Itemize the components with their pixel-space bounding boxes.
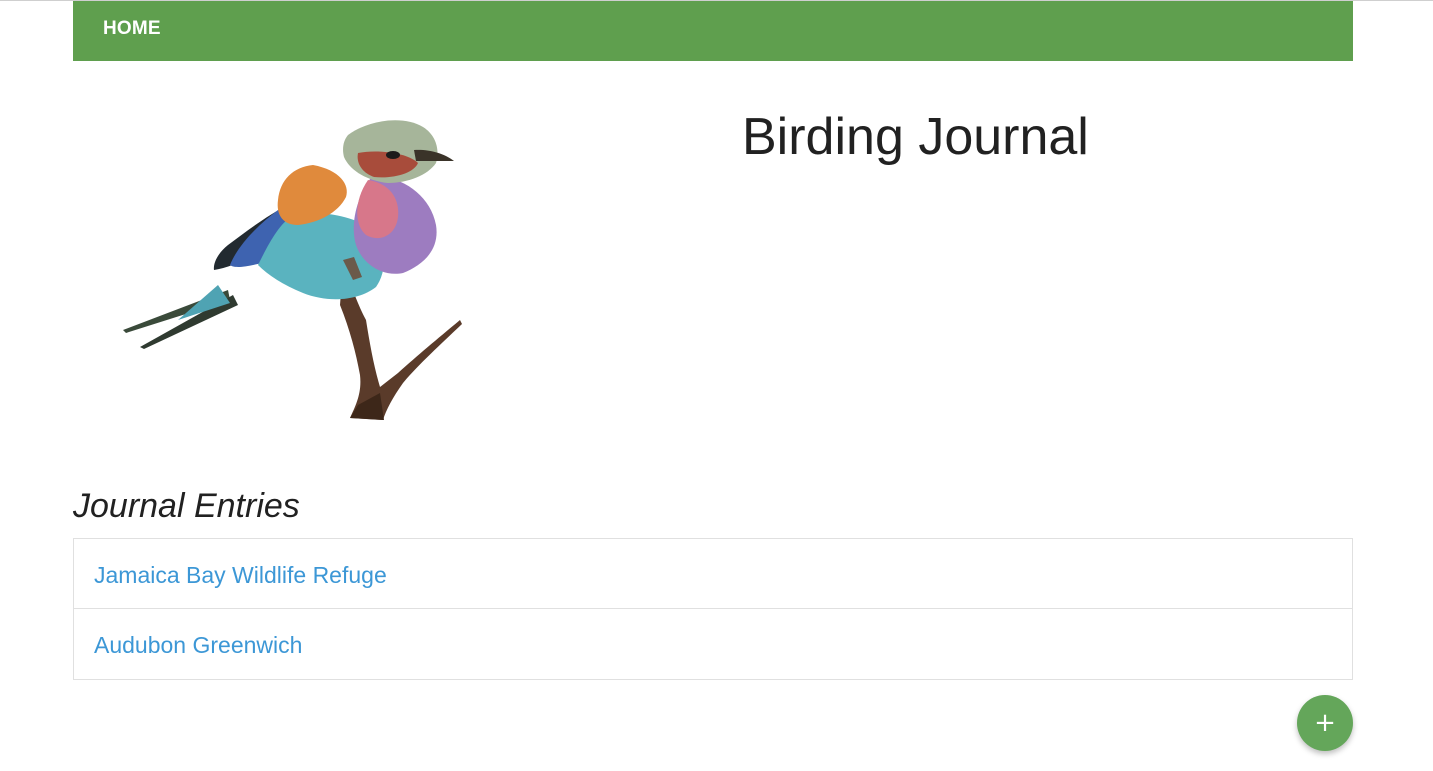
bird-illustration	[118, 105, 468, 425]
nav-home-link[interactable]: HOME	[103, 1, 161, 57]
list-item: Audubon Greenwich	[74, 609, 1352, 679]
list-item: Jamaica Bay Wildlife Refuge	[74, 539, 1352, 609]
entry-link-jamaica-bay[interactable]: Jamaica Bay Wildlife Refuge	[74, 539, 1352, 611]
plus-icon: +	[1314, 708, 1336, 738]
entry-link-audubon-greenwich[interactable]: Audubon Greenwich	[74, 609, 1352, 681]
page-title: Birding Journal	[742, 108, 1089, 166]
top-navbar: HOME	[73, 1, 1353, 61]
journal-entries-heading: Journal Entries	[73, 487, 300, 525]
journal-entries-list: Jamaica Bay Wildlife Refuge Audubon Gree…	[73, 538, 1353, 680]
bird-icon	[123, 120, 462, 420]
add-entry-button[interactable]: +	[1297, 695, 1353, 751]
